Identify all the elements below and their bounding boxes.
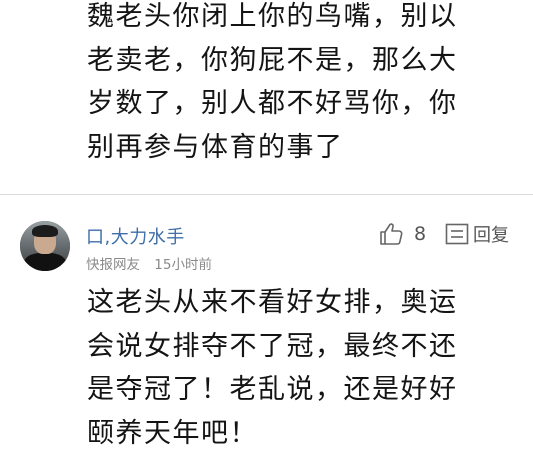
like-count: 8: [414, 223, 427, 245]
comment-meta: 快报网友 15小时前: [86, 253, 212, 273]
comment-text-line: 老卖老，你狗屁不是，那么大: [87, 44, 458, 76]
comment-source: 快报网友: [86, 257, 140, 273]
comment-text-line: 岁数了，别人都不好骂你，你: [87, 88, 458, 119]
username[interactable]: 口,大力水手: [86, 223, 185, 249]
reply-button[interactable]: 回复: [445, 221, 509, 247]
comment-time: 15小时前: [154, 257, 212, 273]
reply-label: 回复: [473, 225, 509, 246]
comment-header: 口,大力水手 快报网友 15小时前 8 回复: [0, 195, 533, 281]
comment-text-line: 别再参与体育的事了: [87, 131, 344, 163]
comment-text-line: 这老头从来不看好女排，奥运: [87, 287, 458, 318]
comment-body: 这老头从来不看好女排，奥运 会说女排夺不了冠，最终不还 是夺冠了！老乱说，还是好…: [87, 281, 517, 455]
comment-text-line: 颐养天年吧！: [87, 417, 258, 449]
like-button[interactable]: 8: [378, 221, 426, 247]
comment-text-line: 魏老头你闭上你的鸟嘴，别以: [87, 1, 458, 32]
thumbs-up-icon: [380, 223, 403, 245]
comment-text-line: 会说女排夺不了冠，最终不还: [87, 330, 458, 362]
reply-icon: [445, 223, 469, 245]
avatar[interactable]: [20, 221, 70, 271]
previous-comment-body: 魏老头你闭上你的鸟嘴，别以 老卖老，你狗屁不是，那么大 岁数了，别人都不好骂你，…: [87, 0, 517, 169]
comment-text-line: 是夺冠了！老乱说，还是好好: [87, 374, 458, 405]
